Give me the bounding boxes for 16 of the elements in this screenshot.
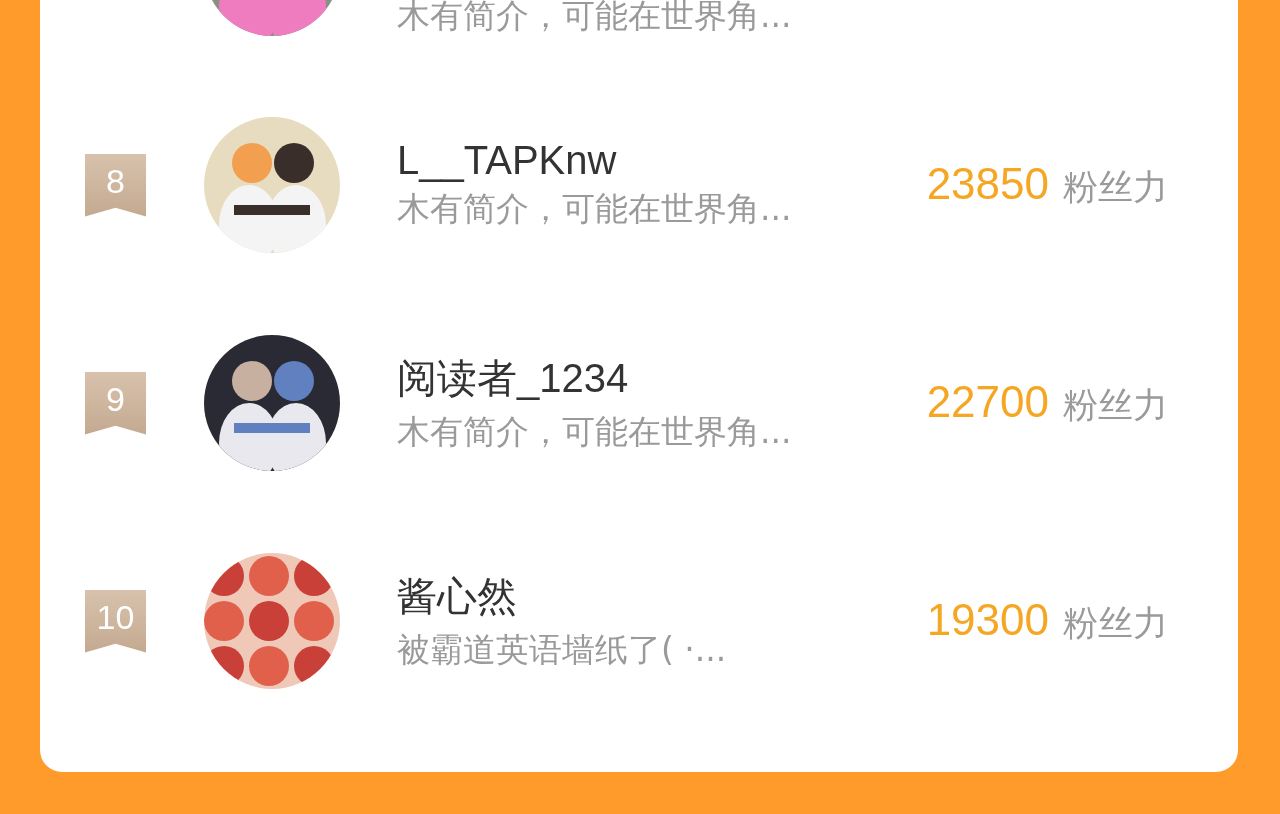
user-intro: 木有简介，可能在世界角...	[397, 0, 792, 37]
fan-label: 粉丝力	[1063, 384, 1168, 427]
user-name: L__TAPKnw	[397, 138, 618, 183]
fan-score: 23850	[926, 159, 1049, 209]
rank-badge: 10	[85, 589, 146, 653]
user-intro: 木有简介，可能在世界角...	[397, 411, 793, 453]
user-intro: 木有简介，可能在世界角...	[397, 188, 793, 230]
fan-label: 粉丝力	[1063, 602, 1168, 645]
user-name: 酱心然	[397, 573, 518, 620]
fan-score: 19300	[926, 595, 1049, 645]
rank-badge: 8	[85, 153, 146, 217]
fan-label: 粉丝力	[1063, 166, 1168, 209]
user-name: 阅读者_1234	[397, 355, 630, 402]
fan-score: 22700	[926, 377, 1049, 427]
rank-badge: 9	[85, 371, 146, 435]
user-intro: 被霸道英语墙纸了( ·...	[397, 629, 728, 671]
